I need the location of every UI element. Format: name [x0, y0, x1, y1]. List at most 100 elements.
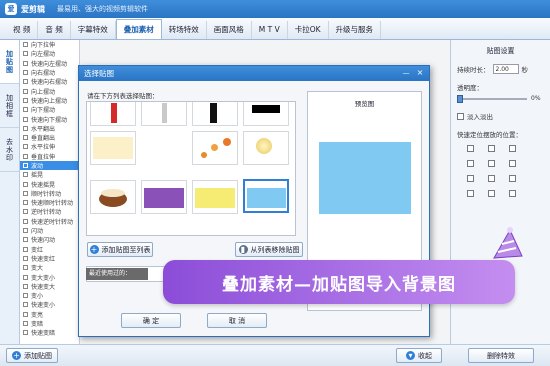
ok-button[interactable]: 确 定 — [121, 313, 181, 328]
effect-checkbox[interactable] — [23, 228, 28, 234]
position-cell[interactable] — [509, 160, 516, 167]
delete-effect-button[interactable]: 删除特效 — [468, 348, 534, 363]
slider-knob[interactable] — [457, 95, 463, 103]
effect-checkbox[interactable] — [23, 107, 28, 113]
effect-list-item[interactable]: 变小 — [20, 291, 79, 300]
sticker-thumb-grey-bar[interactable] — [141, 102, 187, 126]
effect-list-item[interactable]: 逆时针转动 — [20, 207, 79, 216]
effect-list-item[interactable]: 快速向上摆动 — [20, 96, 79, 105]
effect-checkbox[interactable] — [23, 200, 28, 206]
effect-checkbox[interactable] — [23, 70, 28, 76]
effect-list-item[interactable]: 变红 — [20, 245, 79, 254]
sticker-thumb-black-bar[interactable] — [192, 102, 238, 126]
sticker-thumb-lanterns[interactable] — [192, 131, 238, 165]
minimize-icon[interactable]: — — [401, 69, 411, 78]
sticker-thumb-purple[interactable] — [141, 180, 187, 214]
effect-checkbox[interactable] — [23, 218, 28, 224]
position-cell[interactable] — [488, 145, 495, 152]
effect-checkbox[interactable] — [23, 125, 28, 131]
effect-checkbox[interactable] — [23, 116, 28, 122]
add-to-list-button[interactable]: + 添加贴图至列表 — [87, 242, 153, 257]
effect-list-item[interactable]: 变大 — [20, 263, 79, 272]
effect-checkbox[interactable] — [23, 172, 28, 178]
tab-7[interactable]: 卡拉OK — [288, 21, 329, 39]
duration-input[interactable]: 2.00 — [492, 64, 519, 74]
effect-checkbox[interactable] — [23, 88, 28, 94]
position-cell[interactable] — [488, 160, 495, 167]
effect-checkbox[interactable] — [23, 265, 28, 271]
position-cell[interactable] — [509, 175, 516, 182]
position-cell[interactable] — [467, 160, 474, 167]
effect-checkbox[interactable] — [23, 330, 28, 336]
effect-checkbox[interactable] — [23, 190, 28, 196]
side-tab-1[interactable]: 加相框 — [0, 84, 19, 128]
effect-list-item[interactable]: 变亮 — [20, 310, 79, 319]
effect-list-item[interactable]: 向下摆动 — [20, 105, 79, 114]
effect-list-item[interactable]: 变大变小 — [20, 272, 79, 282]
effect-list-item[interactable]: 向右摆动 — [20, 68, 79, 77]
sticker-list[interactable] — [86, 101, 296, 236]
position-cell[interactable] — [467, 145, 474, 152]
effect-checkbox[interactable] — [23, 163, 28, 168]
effect-list-item[interactable]: 向上摆动 — [20, 86, 79, 96]
effect-list-item[interactable]: 快速变红 — [20, 254, 79, 263]
effect-list-item[interactable]: 水平翻出 — [20, 124, 79, 133]
tab-6[interactable]: M T V — [252, 21, 288, 39]
collapse-button[interactable]: ▾ 收起 — [396, 348, 442, 363]
effect-list-item[interactable]: 快速变大 — [20, 282, 79, 291]
tab-0[interactable]: 视 频 — [6, 21, 39, 39]
effect-list-item[interactable]: 向下拉伸 — [20, 40, 79, 49]
effect-list[interactable]: 向下拉伸 向左摆动 快速向左摆动 向右摆动 快速向右摆动 向上摆动 快速向上摆动 向下摆动 快速… — [20, 40, 80, 344]
effect-list-item[interactable]: 快速摇晃 — [20, 179, 79, 189]
effect-checkbox[interactable] — [23, 283, 28, 289]
position-cell[interactable] — [509, 190, 516, 197]
sticker-thumb-yellow[interactable] — [192, 180, 238, 214]
effect-checkbox[interactable] — [23, 209, 28, 215]
effect-checkbox[interactable] — [23, 255, 28, 261]
effect-list-item[interactable]: 快速变小 — [20, 300, 79, 309]
effect-checkbox[interactable] — [23, 302, 28, 308]
close-icon[interactable]: × — [415, 69, 425, 78]
effect-list-item[interactable]: 垂直拉伸 — [20, 152, 79, 161]
sticker-thumb-cream[interactable] — [90, 131, 136, 165]
side-tab-0[interactable]: 加贴图 — [0, 40, 19, 84]
remove-from-list-button[interactable]: ▮ 从列表移除贴图 — [235, 242, 303, 257]
position-cell[interactable] — [488, 175, 495, 182]
sticker-thumb-cake[interactable] — [90, 180, 136, 214]
effect-list-item[interactable]: 快速向右摆动 — [20, 77, 79, 86]
tab-5[interactable]: 画面风格 — [207, 21, 252, 39]
effect-list-item[interactable]: 快速变暗 — [20, 328, 79, 337]
tab-2[interactable]: 字幕特效 — [71, 21, 116, 39]
tab-4[interactable]: 转场特效 — [162, 21, 207, 39]
opacity-slider[interactable]: 0% — [457, 95, 544, 103]
effect-list-item[interactable]: 摇晃 — [20, 170, 79, 179]
tab-3[interactable]: 叠加素材 — [115, 19, 162, 39]
effect-list-item[interactable]: 快速逆时针转动 — [20, 217, 79, 226]
effect-checkbox[interactable] — [23, 237, 28, 243]
sticker-thumb-black-block[interactable] — [243, 102, 289, 126]
effect-checkbox[interactable] — [23, 153, 28, 159]
effect-checkbox[interactable] — [23, 181, 28, 187]
effect-list-item[interactable]: 波动 — [20, 160, 79, 171]
sticker-thumb-moon[interactable] — [243, 131, 289, 165]
effect-list-item[interactable]: 垂直翻出 — [20, 133, 79, 142]
effect-list-item[interactable]: 变暗 — [20, 319, 79, 328]
effect-checkbox[interactable] — [23, 144, 28, 150]
cancel-button[interactable]: 取 消 — [207, 313, 267, 328]
effect-checkbox[interactable] — [23, 311, 28, 317]
effect-checkbox[interactable] — [23, 321, 28, 327]
effect-checkbox[interactable] — [23, 51, 28, 57]
effect-list-item[interactable]: 顺时针转动 — [20, 189, 79, 198]
fade-checkbox[interactable] — [457, 112, 464, 120]
effect-checkbox[interactable] — [23, 135, 28, 141]
position-cell[interactable] — [467, 190, 474, 197]
effect-checkbox[interactable] — [23, 60, 28, 66]
effect-checkbox[interactable] — [23, 274, 28, 280]
add-sticker-button[interactable]: + 添加贴图 — [6, 348, 58, 363]
effect-checkbox[interactable] — [23, 293, 28, 299]
position-cell[interactable] — [467, 175, 474, 182]
effect-checkbox[interactable] — [23, 246, 28, 252]
effect-checkbox[interactable] — [23, 79, 28, 85]
position-cell[interactable] — [488, 190, 495, 197]
effect-list-item[interactable]: 快速顺时针转动 — [20, 198, 79, 207]
